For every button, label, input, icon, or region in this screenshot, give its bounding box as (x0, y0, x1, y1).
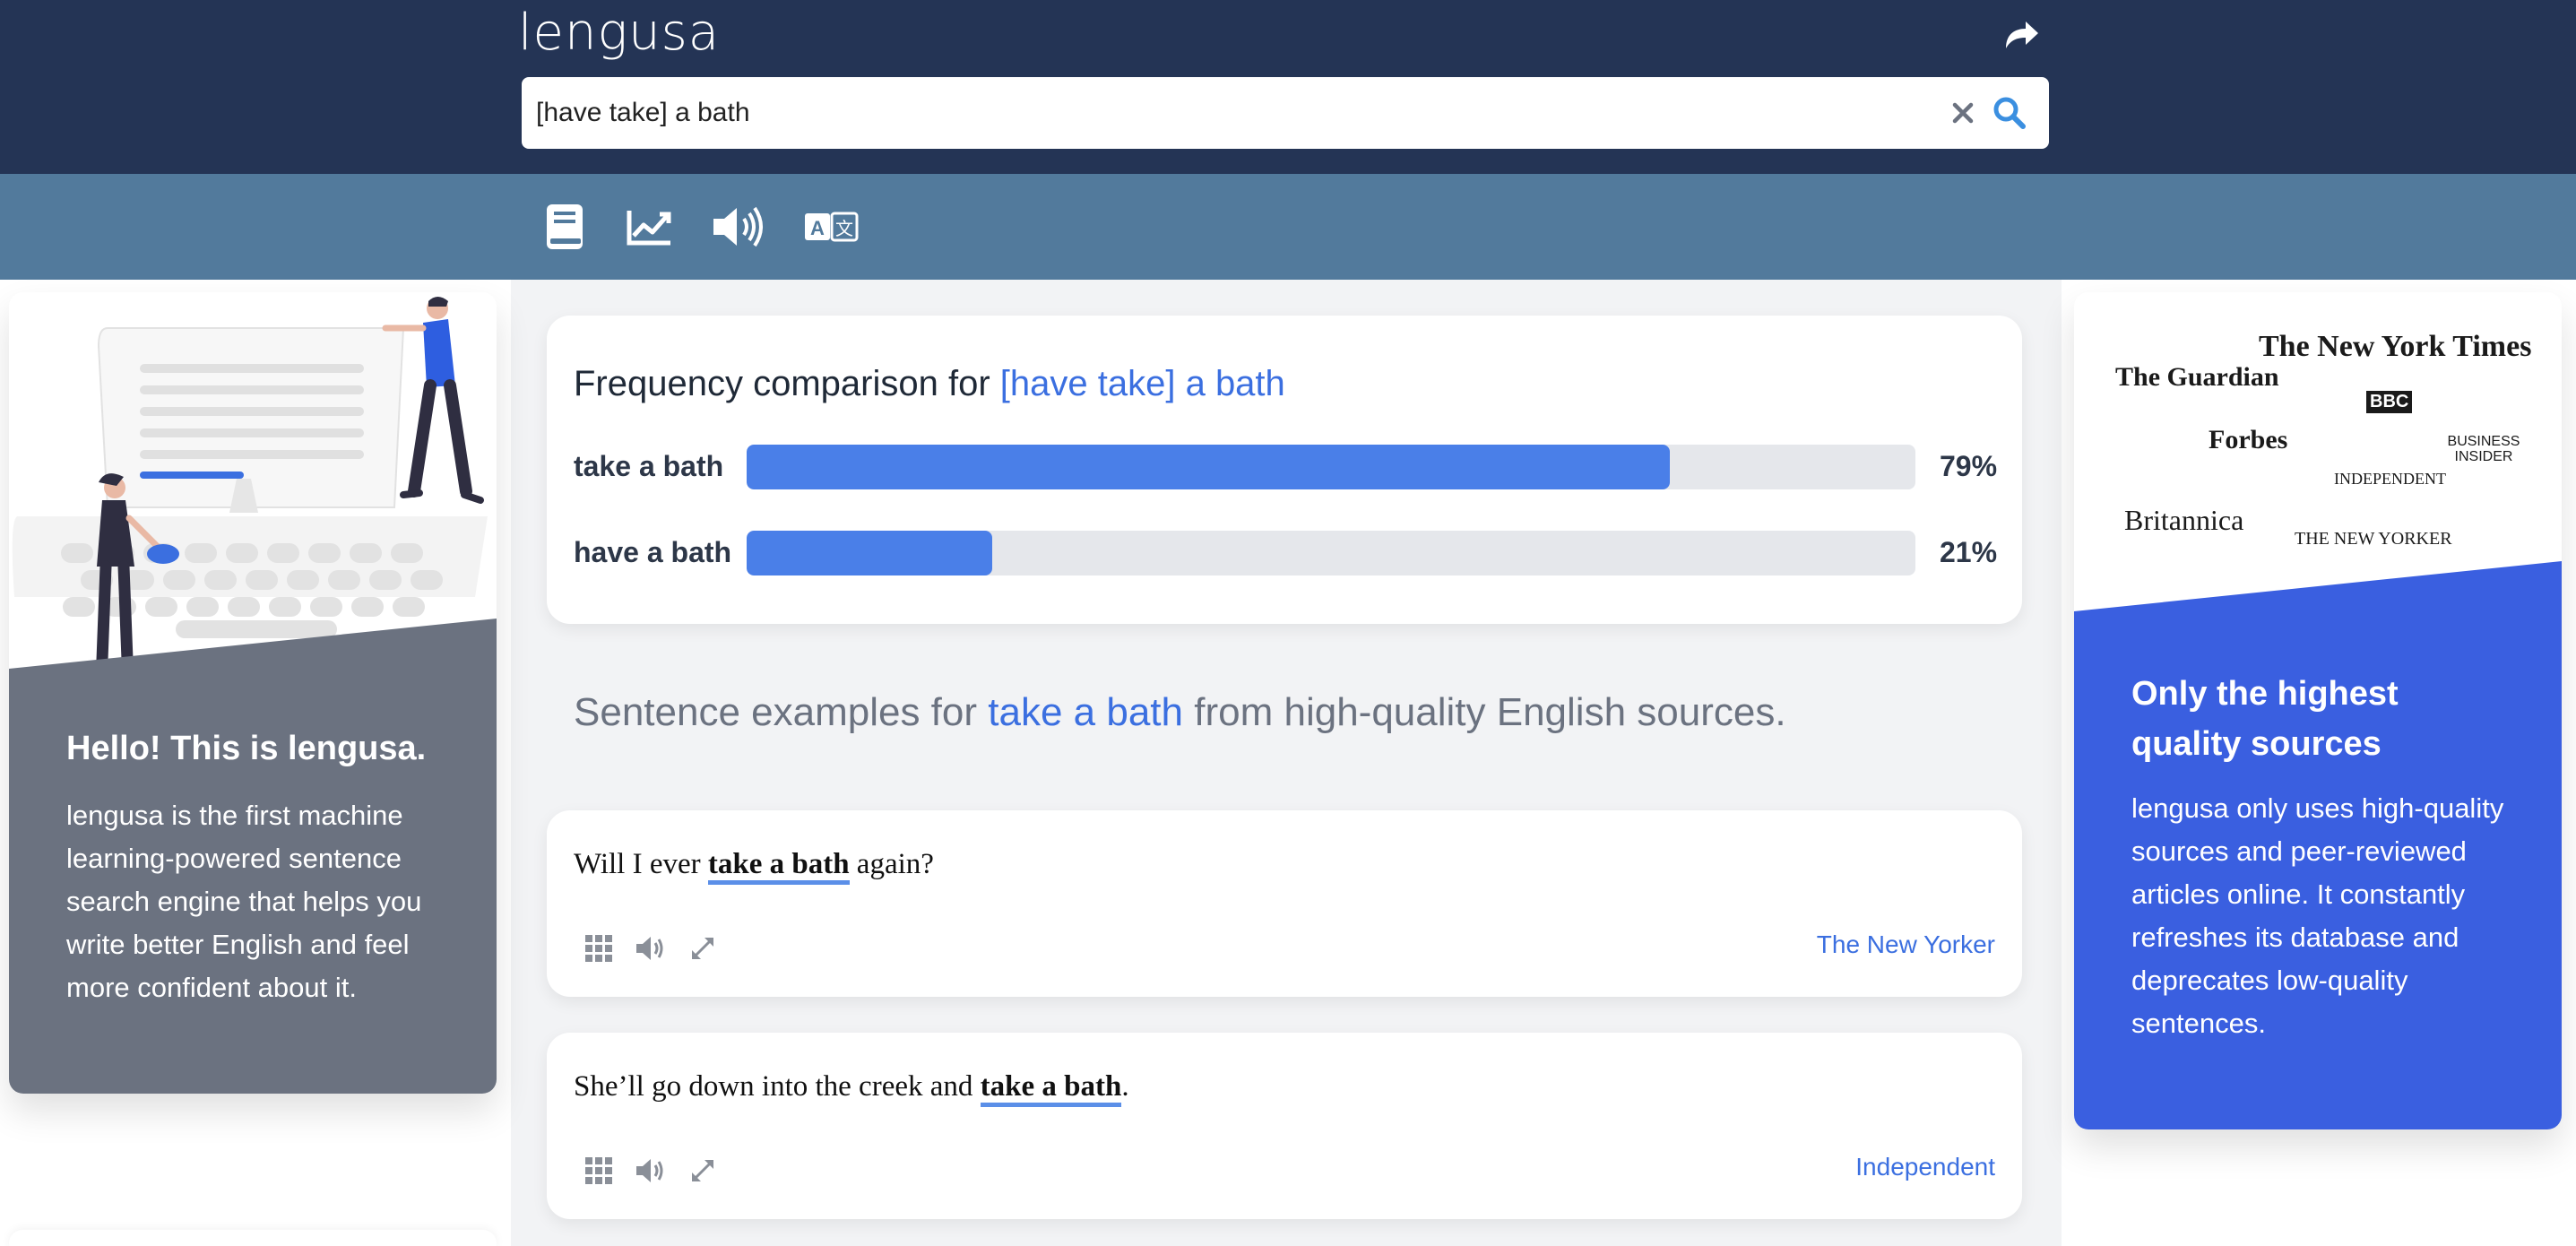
logo[interactable]: lengusa (518, 4, 720, 62)
frequency-bar-fill (747, 531, 992, 575)
bbc-logo: BBC (2366, 391, 2413, 413)
search-input[interactable] (536, 77, 1916, 149)
britannica-logo: Britannica (2124, 504, 2244, 536)
grid-icon[interactable] (583, 932, 615, 965)
sources-panel: The New York Times The Guardian BBC Forb… (2074, 292, 2562, 1129)
sentence-before: Will I ever (574, 848, 708, 880)
source-link[interactable]: Independent (1855, 1153, 1995, 1181)
independent-logo: INDEPENDENT (2334, 470, 2446, 488)
search-box (522, 77, 2049, 149)
frequency-title-prefix: Frequency comparison for (574, 364, 990, 403)
sources-text: lengusa only uses high-quality sources a… (2131, 792, 2504, 1039)
svg-text:A: A (810, 217, 825, 239)
nyt-logo: The New York Times (2259, 330, 2532, 363)
sentence-highlight: take a bath (707, 848, 850, 885)
frequency-percent: 21% (1940, 536, 1998, 568)
frequency-row: have a bath 21% (574, 531, 1999, 575)
forbes-logo: Forbes (2209, 425, 2288, 454)
expand-icon[interactable] (687, 1155, 719, 1187)
expand-icon[interactable] (687, 932, 719, 965)
frequency-row-label: have a bath (574, 536, 732, 568)
book-icon[interactable] (545, 199, 584, 255)
frequency-query: [have take] a bath (999, 364, 1285, 403)
frequency-bar-track (747, 531, 1915, 575)
frequency-row: take a bath 79% (574, 445, 1999, 489)
speaker-icon[interactable] (712, 199, 764, 255)
frequency-row-label: take a bath (574, 450, 724, 482)
sentence-text: She’ll go down into the creek and take a… (574, 1070, 1129, 1107)
frequency-bar-fill (747, 445, 1671, 489)
toolbar: A 文 (0, 174, 2576, 280)
frequency-title: Frequency comparison for [have take] a b… (574, 364, 1285, 404)
intro-panel: Hello! This is lengusa. lengusa is the f… (9, 292, 497, 1094)
main-content: Frequency comparison for [have take] a b… (511, 280, 2062, 1246)
sentence-card: Will I ever take a bath again? The New Y… (547, 810, 2022, 997)
sentence-after: again? (849, 848, 934, 880)
sentence-card: She’ll go down into the creek and take a… (547, 1033, 2022, 1219)
sources-title: Only the highest quality sources (2131, 675, 2399, 763)
speaker-icon[interactable] (635, 1155, 667, 1187)
close-icon[interactable] (1947, 97, 1979, 129)
examples-heading: Sentence examples for take a bath from h… (574, 690, 1786, 735)
svg-text:文: 文 (835, 218, 853, 239)
grid-icon[interactable] (583, 1155, 615, 1187)
next-panel (9, 1230, 497, 1246)
sentence-before: She’ll go down into the creek and (574, 1070, 981, 1103)
frequency-card: Frequency comparison for [have take] a b… (547, 316, 2022, 624)
search-icon[interactable] (1992, 95, 2027, 131)
new-yorker-logo: THE NEW YORKER (2295, 529, 2452, 549)
translate-icon[interactable]: A 文 (803, 199, 859, 255)
sentence-highlight: take a bath (980, 1070, 1122, 1107)
trend-chart-icon[interactable] (626, 199, 672, 255)
speaker-icon[interactable] (635, 932, 667, 965)
share-icon[interactable] (2001, 16, 2040, 52)
guardian-logo: The Guardian (2115, 362, 2279, 392)
examples-heading-suffix: from high-quality English sources. (1194, 690, 1786, 734)
intro-title: Hello! This is lengusa. (66, 730, 427, 767)
source-link[interactable]: The New Yorker (1817, 930, 1995, 959)
business-insider-logo: BUSINESS INSIDER (2447, 434, 2520, 464)
examples-heading-prefix: Sentence examples for (574, 690, 978, 734)
frequency-bar-track (747, 445, 1915, 489)
sentence-after: . (1121, 1070, 1129, 1103)
examples-heading-phrase: take a bath (988, 690, 1184, 734)
intro-text: lengusa is the first machine learning-po… (66, 800, 422, 1003)
sentence-text: Will I ever take a bath again? (574, 848, 934, 885)
header: lengusa (0, 0, 2576, 174)
frequency-percent: 79% (1940, 450, 1998, 482)
